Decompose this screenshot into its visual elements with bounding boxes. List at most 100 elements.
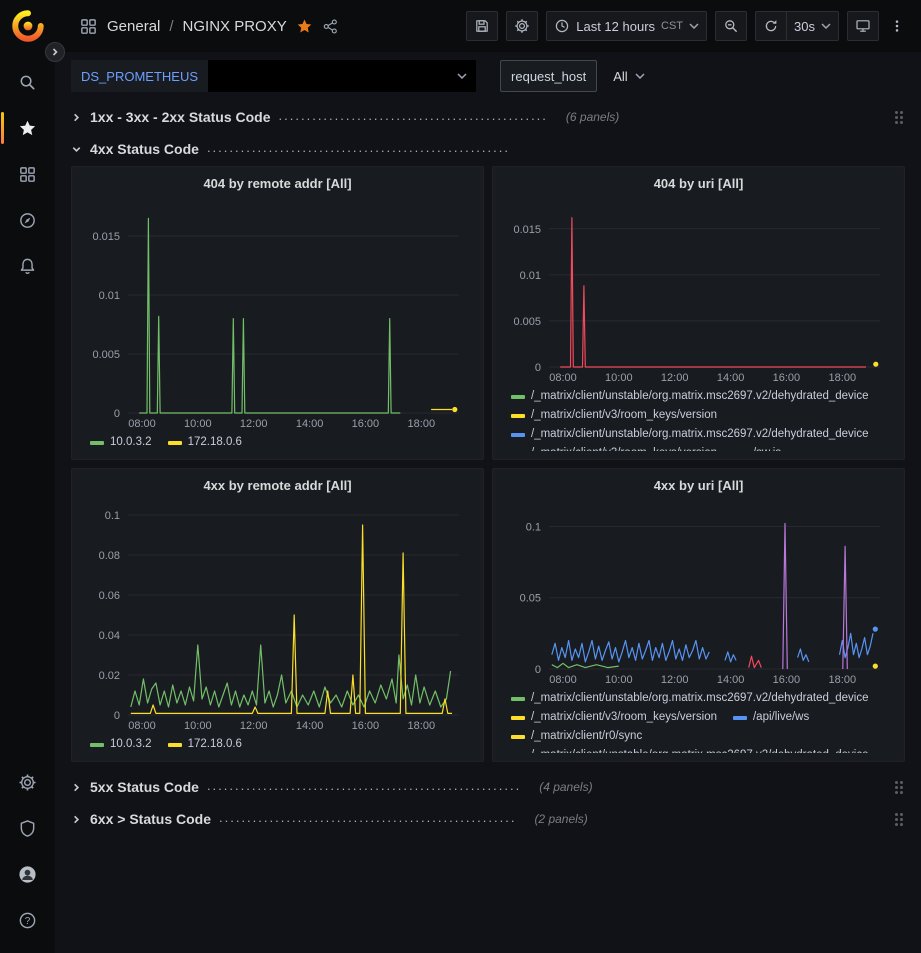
- legend-item[interactable]: /_matrix/client/unstable/org.matrix.msc2…: [511, 426, 869, 443]
- svg-text:10:00: 10:00: [184, 418, 212, 430]
- time-series-chart[interactable]: 00.0050.010.01508:0010:0012:0014:0016:00…: [82, 195, 473, 431]
- sidebar-item-profile[interactable]: [6, 852, 50, 896]
- svg-text:0.01: 0.01: [99, 290, 120, 302]
- panel-title[interactable]: 404 by uri [All]: [503, 173, 894, 195]
- row-drag-handle[interactable]: [893, 811, 905, 828]
- search-icon: [18, 73, 37, 92]
- row-1xx-3xx-2xx-status-code[interactable]: 1xx - 3xx - 2xx Status Code ............…: [71, 102, 905, 132]
- legend-item[interactable]: /_matrix/client/unstable/org.matrix.msc2…: [511, 747, 869, 753]
- legend-series-label: /_matrix/client/v3/room_keys/version: [531, 445, 717, 451]
- svg-text:16:00: 16:00: [352, 418, 380, 430]
- legend-item[interactable]: /api/live/ws: [733, 709, 809, 726]
- zoom-out-icon: [723, 18, 739, 34]
- legend-item[interactable]: 172.18.0.6: [168, 434, 242, 451]
- help-icon: ?: [18, 911, 37, 930]
- sidebar-item-explore[interactable]: [6, 198, 50, 242]
- datasource-label-text: DS_PROMETHEUS: [81, 69, 198, 84]
- legend-series-marker: [511, 716, 525, 720]
- legend-series-marker: [90, 743, 104, 747]
- refresh-interval-picker[interactable]: 30s: [787, 11, 839, 41]
- svg-text:10:00: 10:00: [605, 372, 633, 384]
- time-range-picker[interactable]: Last 12 hours CST: [546, 11, 707, 41]
- tv-mode-button[interactable]: [847, 11, 879, 41]
- row-leader-dots: ........................................…: [207, 140, 510, 155]
- grafana-logo[interactable]: [11, 9, 45, 43]
- dashboard-title[interactable]: NGINX PROXY: [183, 18, 287, 35]
- zoom-out-time-button[interactable]: [715, 11, 747, 41]
- timezone-label: CST: [661, 20, 683, 32]
- topbar-actions: Last 12 hours CST: [466, 11, 909, 41]
- breadcrumb-separator: /: [169, 18, 173, 35]
- row-leader-dots: ........................................…: [207, 778, 521, 793]
- svg-text:12:00: 12:00: [240, 418, 268, 430]
- user-avatar: [18, 865, 37, 884]
- svg-text:12:00: 12:00: [661, 372, 689, 384]
- svg-text:18:00: 18:00: [829, 674, 857, 686]
- sidebar-item-starred[interactable]: [6, 106, 50, 150]
- sidebar-item-server-admin[interactable]: [6, 806, 50, 850]
- favorite-star-icon[interactable]: [296, 18, 313, 35]
- panel-title[interactable]: 404 by remote addr [All]: [82, 173, 473, 195]
- more-options-button[interactable]: [887, 11, 909, 41]
- legend-item[interactable]: 10.0.3.2: [90, 434, 152, 451]
- panel-4xx-by-remote-addr-all: 4xx by remote addr [All]00.020.040.060.0…: [71, 468, 484, 762]
- share-icon[interactable]: [322, 18, 339, 35]
- legend-item[interactable]: /_matrix/client/v3/room_keys/version: [511, 407, 717, 424]
- star-icon: [18, 119, 37, 138]
- legend-item[interactable]: /_matrix/client/v3/room_keys/version: [511, 445, 717, 451]
- breadcrumb-section[interactable]: General: [107, 18, 160, 35]
- alerting-bell-icon: [18, 257, 37, 276]
- legend-series-marker: [511, 735, 525, 739]
- svg-text:12:00: 12:00: [240, 720, 268, 732]
- time-series-chart[interactable]: 00.0050.010.01508:0010:0012:0014:0016:00…: [503, 195, 894, 385]
- svg-text:0.04: 0.04: [99, 630, 120, 642]
- row-6xx-status-code[interactable]: 6xx > Status Code ......................…: [71, 804, 905, 834]
- time-series-chart[interactable]: 00.050.108:0010:0012:0014:0016:0018:00: [503, 497, 894, 687]
- refresh-button[interactable]: [755, 11, 787, 41]
- sidebar-item-help[interactable]: ?: [6, 898, 50, 942]
- panel-title[interactable]: 4xx by remote addr [All]: [82, 475, 473, 497]
- legend-item[interactable]: /sw.js: [733, 445, 781, 451]
- request-host-variable-select[interactable]: All: [603, 60, 654, 92]
- sidebar-item-dashboards[interactable]: [6, 152, 50, 196]
- panel-404-by-remote-addr-all: 404 by remote addr [All]00.0050.010.0150…: [71, 166, 484, 460]
- svg-text:0: 0: [114, 710, 120, 722]
- svg-text:08:00: 08:00: [549, 674, 577, 686]
- row-panel-count: (2 panels): [534, 812, 587, 826]
- sidebar-item-alerting[interactable]: [6, 244, 50, 288]
- legend-item[interactable]: 10.0.3.2: [90, 736, 152, 753]
- apps-grid-icon: [79, 17, 98, 36]
- row-title: 6xx > Status Code: [90, 811, 211, 827]
- row-5xx-status-code[interactable]: 5xx Status Code ........................…: [71, 772, 905, 802]
- kebab-menu-icon: [889, 18, 905, 34]
- sidebar-expand-toggle[interactable]: [45, 42, 65, 62]
- chart-canvas: 00.050.108:0010:0012:0014:0016:0018:00: [503, 497, 894, 687]
- row-drag-handle[interactable]: [893, 779, 905, 796]
- panel-title[interactable]: 4xx by uri [All]: [503, 475, 894, 497]
- row-4xx-status-code[interactable]: 4xx Status Code ........................…: [71, 134, 905, 164]
- grafana-app: ? General / NGINX PROXY: [0, 0, 921, 953]
- grafana-logo-icon: [11, 9, 45, 43]
- chevron-down-icon: [635, 73, 645, 79]
- svg-text:08:00: 08:00: [549, 372, 577, 384]
- legend-item[interactable]: /_matrix/client/r0/sync: [511, 728, 642, 745]
- legend-item[interactable]: /_matrix/client/v3/room_keys/version: [511, 709, 717, 726]
- save-icon: [474, 18, 490, 34]
- svg-text:0: 0: [114, 408, 120, 420]
- time-series-chart[interactable]: 00.020.040.060.080.108:0010:0012:0014:00…: [82, 497, 473, 733]
- row-drag-handle[interactable]: [893, 109, 905, 126]
- datasource-variable-select[interactable]: [208, 60, 476, 92]
- sidebar-item-configuration[interactable]: [6, 760, 50, 804]
- legend-item[interactable]: 172.18.0.6: [168, 736, 242, 753]
- refresh-interval-label: 30s: [794, 19, 815, 34]
- save-dashboard-button[interactable]: [466, 11, 498, 41]
- dashboards-grid-icon: [18, 165, 37, 184]
- legend-series-label: /_matrix/client/unstable/org.matrix.msc2…: [531, 747, 869, 753]
- dashboard-settings-button[interactable]: [506, 11, 538, 41]
- svg-text:14:00: 14:00: [296, 418, 324, 430]
- legend-item[interactable]: /_matrix/client/unstable/org.matrix.msc2…: [511, 690, 869, 707]
- svg-text:10:00: 10:00: [184, 720, 212, 732]
- legend-item[interactable]: /_matrix/client/unstable/org.matrix.msc2…: [511, 388, 869, 405]
- sidebar-item-search[interactable]: [6, 60, 50, 104]
- legend-series-marker: [511, 433, 525, 437]
